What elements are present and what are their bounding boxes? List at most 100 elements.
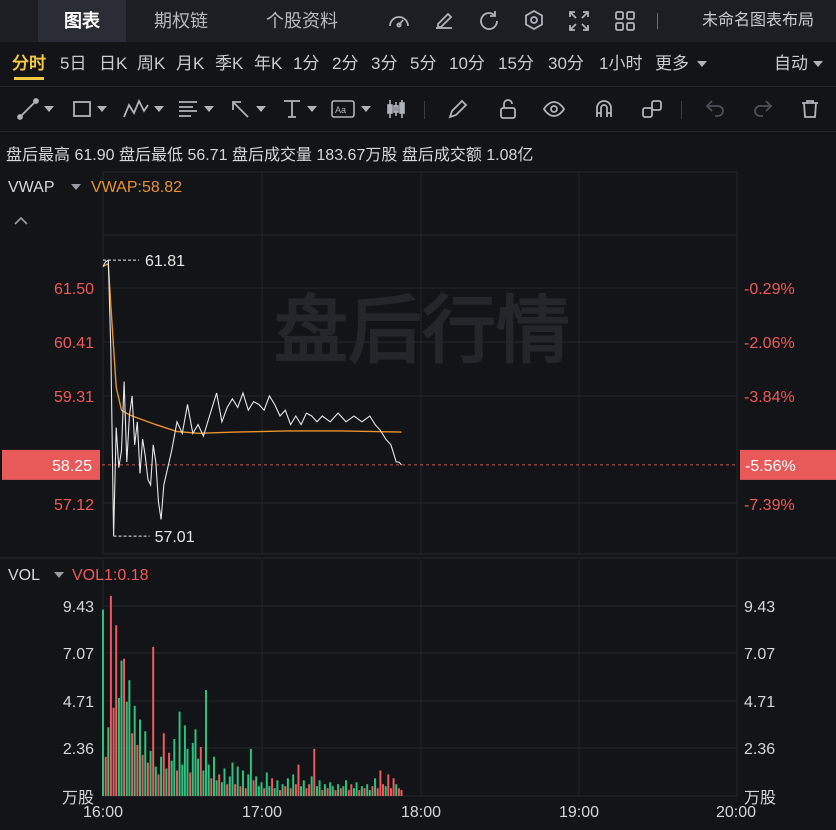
chevron-down-icon[interactable] (54, 572, 64, 578)
volume-axis-label: 2.36 (63, 741, 94, 758)
chevron-down-icon[interactable] (361, 106, 371, 112)
volume-bar (160, 756, 163, 796)
volume-bar (220, 782, 223, 796)
fullscreen-icon[interactable] (566, 8, 592, 34)
volume-bar (133, 705, 136, 796)
scale-mode[interactable]: 自动 (774, 42, 808, 86)
period-week[interactable]: 周K (137, 42, 165, 86)
volume-bar (292, 774, 295, 796)
chevron-down-icon[interactable] (71, 184, 81, 190)
volume-bar (183, 725, 186, 796)
chevron-down-icon[interactable] (154, 106, 164, 112)
eye-icon[interactable] (542, 97, 566, 121)
period-day[interactable]: 日K (99, 42, 127, 86)
period-more[interactable]: 更多 (655, 42, 689, 86)
volume-bar (255, 776, 258, 796)
measure-tool-icon[interactable] (280, 97, 304, 121)
pattern-tool-icon[interactable] (122, 97, 150, 121)
chevron-down-icon[interactable] (204, 106, 214, 112)
pencil-icon[interactable] (446, 97, 470, 121)
period-3min[interactable]: 3分 (371, 42, 397, 86)
period-intraday[interactable]: 分时 (12, 42, 46, 86)
gauge-icon[interactable] (386, 8, 412, 34)
fibonacci-tool-icon[interactable] (176, 97, 200, 121)
arrow-tool-icon[interactable] (228, 97, 252, 121)
volume-bar (112, 707, 115, 796)
time-axis-label: 16:00 (83, 804, 123, 821)
rectangle-tool-icon[interactable] (70, 97, 94, 121)
price-axis-label: 57.12 (54, 497, 94, 514)
volume-bar (387, 774, 390, 796)
vol-indicator-value: VOL1:0.18 (72, 567, 149, 584)
pct-axis-label: -0.29% (744, 281, 795, 298)
volume-bar (263, 788, 266, 796)
magnet-icon[interactable] (592, 97, 616, 121)
volume-bar (249, 748, 252, 796)
volume-bar (368, 790, 371, 796)
period-5min[interactable]: 5分 (410, 42, 436, 86)
volume-bar (146, 762, 149, 796)
volume-bar (363, 788, 366, 796)
chevron-down-icon[interactable] (97, 106, 107, 112)
volume-bar (191, 743, 194, 796)
chevron-up-icon[interactable] (14, 216, 28, 225)
trash-icon[interactable] (798, 97, 822, 121)
volume-bar (104, 756, 107, 796)
volume-bar (376, 788, 379, 796)
period-2min[interactable]: 2分 (332, 42, 358, 86)
volume-bar (131, 733, 134, 796)
vol-indicator-label[interactable]: VOL (8, 567, 40, 584)
volume-bar (392, 778, 395, 796)
volume-bar (321, 790, 324, 796)
period-bar: 分时 5日 日K 周K 月K 季K 年K 1分 2分 3分 5分 10分 15分… (0, 42, 836, 86)
tab-stock-profile[interactable]: 个股资料 (246, 0, 358, 42)
settings-icon[interactable] (521, 8, 547, 34)
undo-icon[interactable] (703, 97, 727, 121)
period-5d[interactable]: 5日 (60, 42, 86, 86)
volume-bar (289, 788, 292, 796)
line-tool-icon[interactable] (16, 97, 40, 121)
lock-icon[interactable] (496, 97, 520, 121)
volume-bar (239, 786, 242, 796)
volume-bar (313, 748, 316, 796)
volume-bar (284, 786, 287, 796)
period-10min[interactable]: 10分 (449, 42, 485, 86)
volume-bar (152, 646, 155, 796)
period-month[interactable]: 月K (176, 42, 204, 86)
tab-chart[interactable]: 图表 (38, 0, 126, 42)
volume-bar (265, 772, 268, 796)
period-1min[interactable]: 1分 (293, 42, 319, 86)
vwap-indicator-label[interactable]: VWAP (8, 179, 55, 196)
volume-bar (234, 784, 237, 796)
period-year[interactable]: 年K (254, 42, 282, 86)
chevron-down-icon[interactable] (44, 106, 54, 112)
period-quarter[interactable]: 季K (215, 42, 243, 86)
chevron-down-icon[interactable] (256, 106, 266, 112)
period-15min[interactable]: 15分 (498, 42, 534, 86)
tab-option-chain[interactable]: 期权链 (136, 0, 226, 42)
after-hours-volume-label: 盘后成交量 (231, 147, 312, 164)
edit-icon[interactable] (431, 8, 457, 34)
candle-tool-icon[interactable] (384, 97, 408, 121)
period-30min[interactable]: 30分 (548, 42, 584, 86)
redo-icon[interactable] (751, 97, 775, 121)
volume-axis-label: 9.43 (744, 599, 775, 616)
refresh-icon[interactable] (476, 8, 502, 34)
chevron-down-icon[interactable] (307, 106, 317, 112)
volume-bar (316, 786, 318, 796)
grid-layout-icon[interactable] (612, 8, 638, 34)
volume-bar (194, 729, 197, 796)
layout-name[interactable]: 未命名图表布局 (702, 0, 814, 42)
volume-bar (149, 750, 152, 796)
volume-bar (334, 790, 337, 796)
period-1hour[interactable]: 1小时 (599, 42, 642, 86)
volume-bar (170, 760, 173, 796)
intraday-chart[interactable]: 盘后行情 VWAP VWAP:58.82 61.50 60.41 59.31 5… (0, 168, 836, 830)
text-tool-icon[interactable]: Aa (330, 97, 356, 121)
volume-bar (353, 788, 355, 796)
volume-bar (281, 784, 284, 796)
link-icon[interactable] (640, 97, 664, 121)
after-hours-turnover: 1.08亿 (486, 147, 534, 164)
volume-bar (337, 784, 340, 796)
volume-bar (382, 784, 384, 796)
